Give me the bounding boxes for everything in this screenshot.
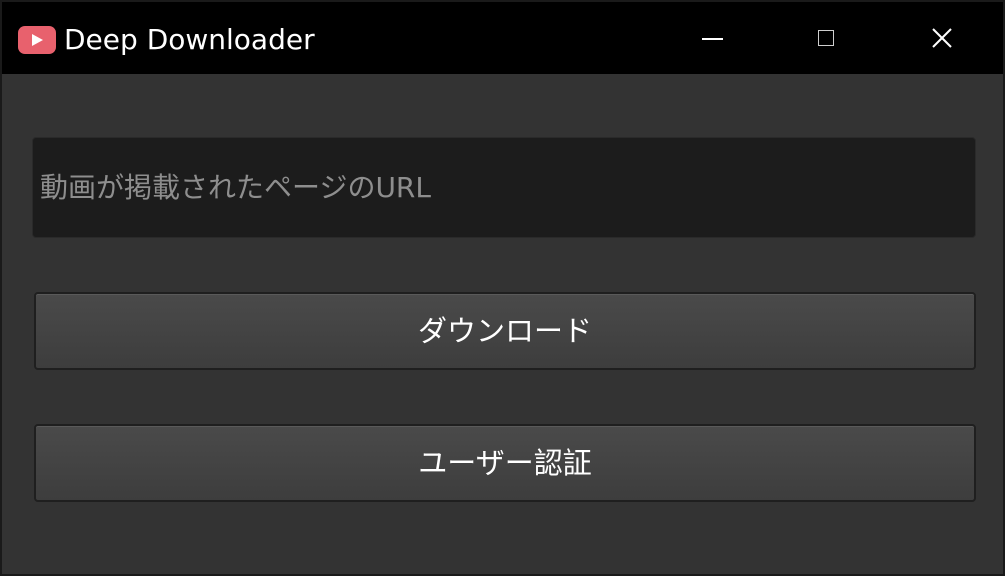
close-icon (932, 28, 952, 48)
title-bar[interactable]: Deep Downloader (2, 2, 1003, 74)
maximize-button[interactable] (772, 2, 882, 74)
download-button[interactable]: ダウンロード (34, 292, 976, 370)
maximize-icon (818, 30, 834, 46)
user-auth-button[interactable]: ユーザー認証 (34, 424, 976, 502)
window-title: Deep Downloader (64, 23, 315, 56)
app-window: Deep Downloader ダウンロード ユーザー認証 (0, 0, 1005, 576)
url-input[interactable] (32, 137, 976, 238)
minimize-icon (702, 38, 723, 40)
play-triangle-icon (32, 34, 43, 46)
close-button[interactable] (886, 2, 996, 74)
minimize-button[interactable] (658, 2, 768, 74)
youtube-play-icon (18, 26, 56, 54)
